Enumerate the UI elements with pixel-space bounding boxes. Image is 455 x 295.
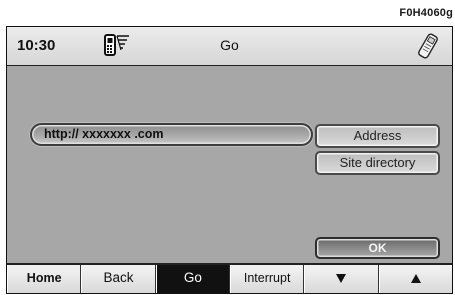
handset-icon [418,33,438,59]
url-text: http:// xxxxxxx .com [44,127,164,141]
page: F0H4060g 10:30 Go http:// xxxxxxx .com A… [0,0,455,295]
back-button[interactable]: Back [81,265,156,293]
go-button[interactable]: Go [155,265,230,293]
arrow-up-icon [410,273,421,283]
home-button[interactable]: Home [7,265,82,293]
arrow-down-icon [336,273,347,283]
interrupt-button[interactable]: Interrupt [229,265,305,293]
scroll-up-button[interactable] [378,265,452,293]
site-directory-button[interactable]: Site directory [315,151,440,175]
soft-key-bar: Home Back Go Interrupt [7,263,452,293]
screen-title: Go [220,37,239,53]
ok-button[interactable]: OK [315,237,440,259]
url-input[interactable]: http:// xxxxxxx .com [30,123,313,146]
address-button[interactable]: Address [315,124,440,148]
browser-content: http:// xxxxxxx .com Address Site direct… [7,66,452,263]
status-bar: 10:30 Go [7,27,452,66]
figure-code: F0H4060g [399,7,453,19]
device-screen: 10:30 Go http:// xxxxxxx .com Address Si… [6,26,453,294]
scroll-down-button[interactable] [304,265,379,293]
